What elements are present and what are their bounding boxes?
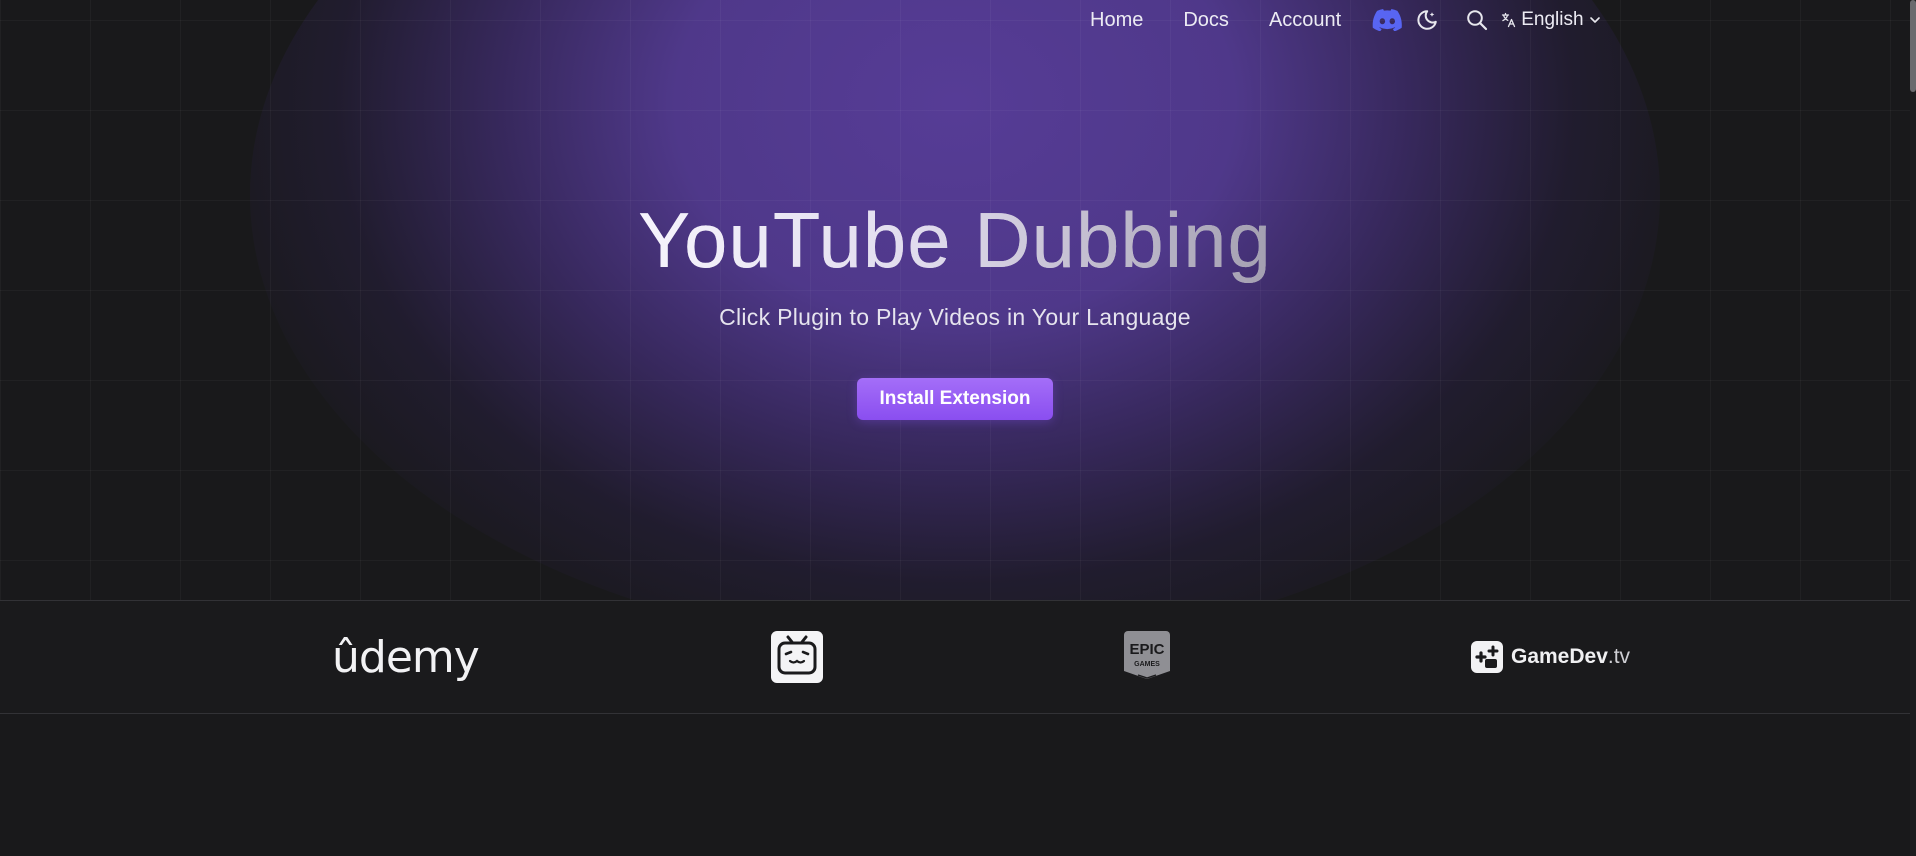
translate-icon [1502,12,1516,28]
hero-subtitle: Click Plugin to Play Videos in Your Lang… [719,304,1191,330]
nav-home-link[interactable]: Home [1070,0,1163,40]
search-icon[interactable] [1457,0,1497,40]
bilibili-tv-icon [771,631,823,683]
gamedev-suffix: .tv [1607,645,1631,668]
scrollbar-thumb[interactable] [1910,0,1916,92]
gamedev-logo: GameDev.tv [1471,601,1630,713]
search-glyph [1467,10,1488,31]
udemy-logo: ûdemy [332,601,480,713]
hero-title: YouTube Dubbing [0,190,1910,290]
top-nav: Home Docs Account English [1070,0,1602,40]
moon-glyph [1417,10,1438,30]
discord-icon[interactable] [1367,0,1407,40]
page: Home Docs Account English YouTube Dubbin… [0,0,1916,856]
background-grid [0,0,1916,600]
install-extension-button[interactable]: Install Extension [857,378,1053,420]
nav-docs-link[interactable]: Docs [1163,0,1249,40]
language-selector[interactable]: English [1497,9,1601,31]
bilibili-logo [771,601,823,713]
udemy-wordmark: ûdemy [332,631,480,683]
gamedev-wordmark: GameDev.tv [1511,645,1630,669]
moon-icon[interactable] [1407,0,1447,40]
gamedev-icon [1471,641,1503,673]
chevron-down-icon [1589,17,1600,23]
hero-title-text: YouTube Dubbing [638,190,1272,290]
partner-logos: ûdemy EPIC GAMES GameDev.tv [0,600,1910,714]
language-label: English [1521,9,1584,30]
epic-games-logo: EPIC GAMES [1124,601,1170,713]
scrollbar[interactable] [1910,0,1916,856]
nav-account-link[interactable]: Account [1249,0,1361,40]
epic-line2: GAMES [1134,661,1160,668]
epic-line1: EPIC [1129,641,1164,658]
discord-glyph [1372,9,1403,31]
epic-games-icon: EPIC GAMES [1124,631,1170,679]
gamedev-name: GameDev [1511,645,1608,668]
